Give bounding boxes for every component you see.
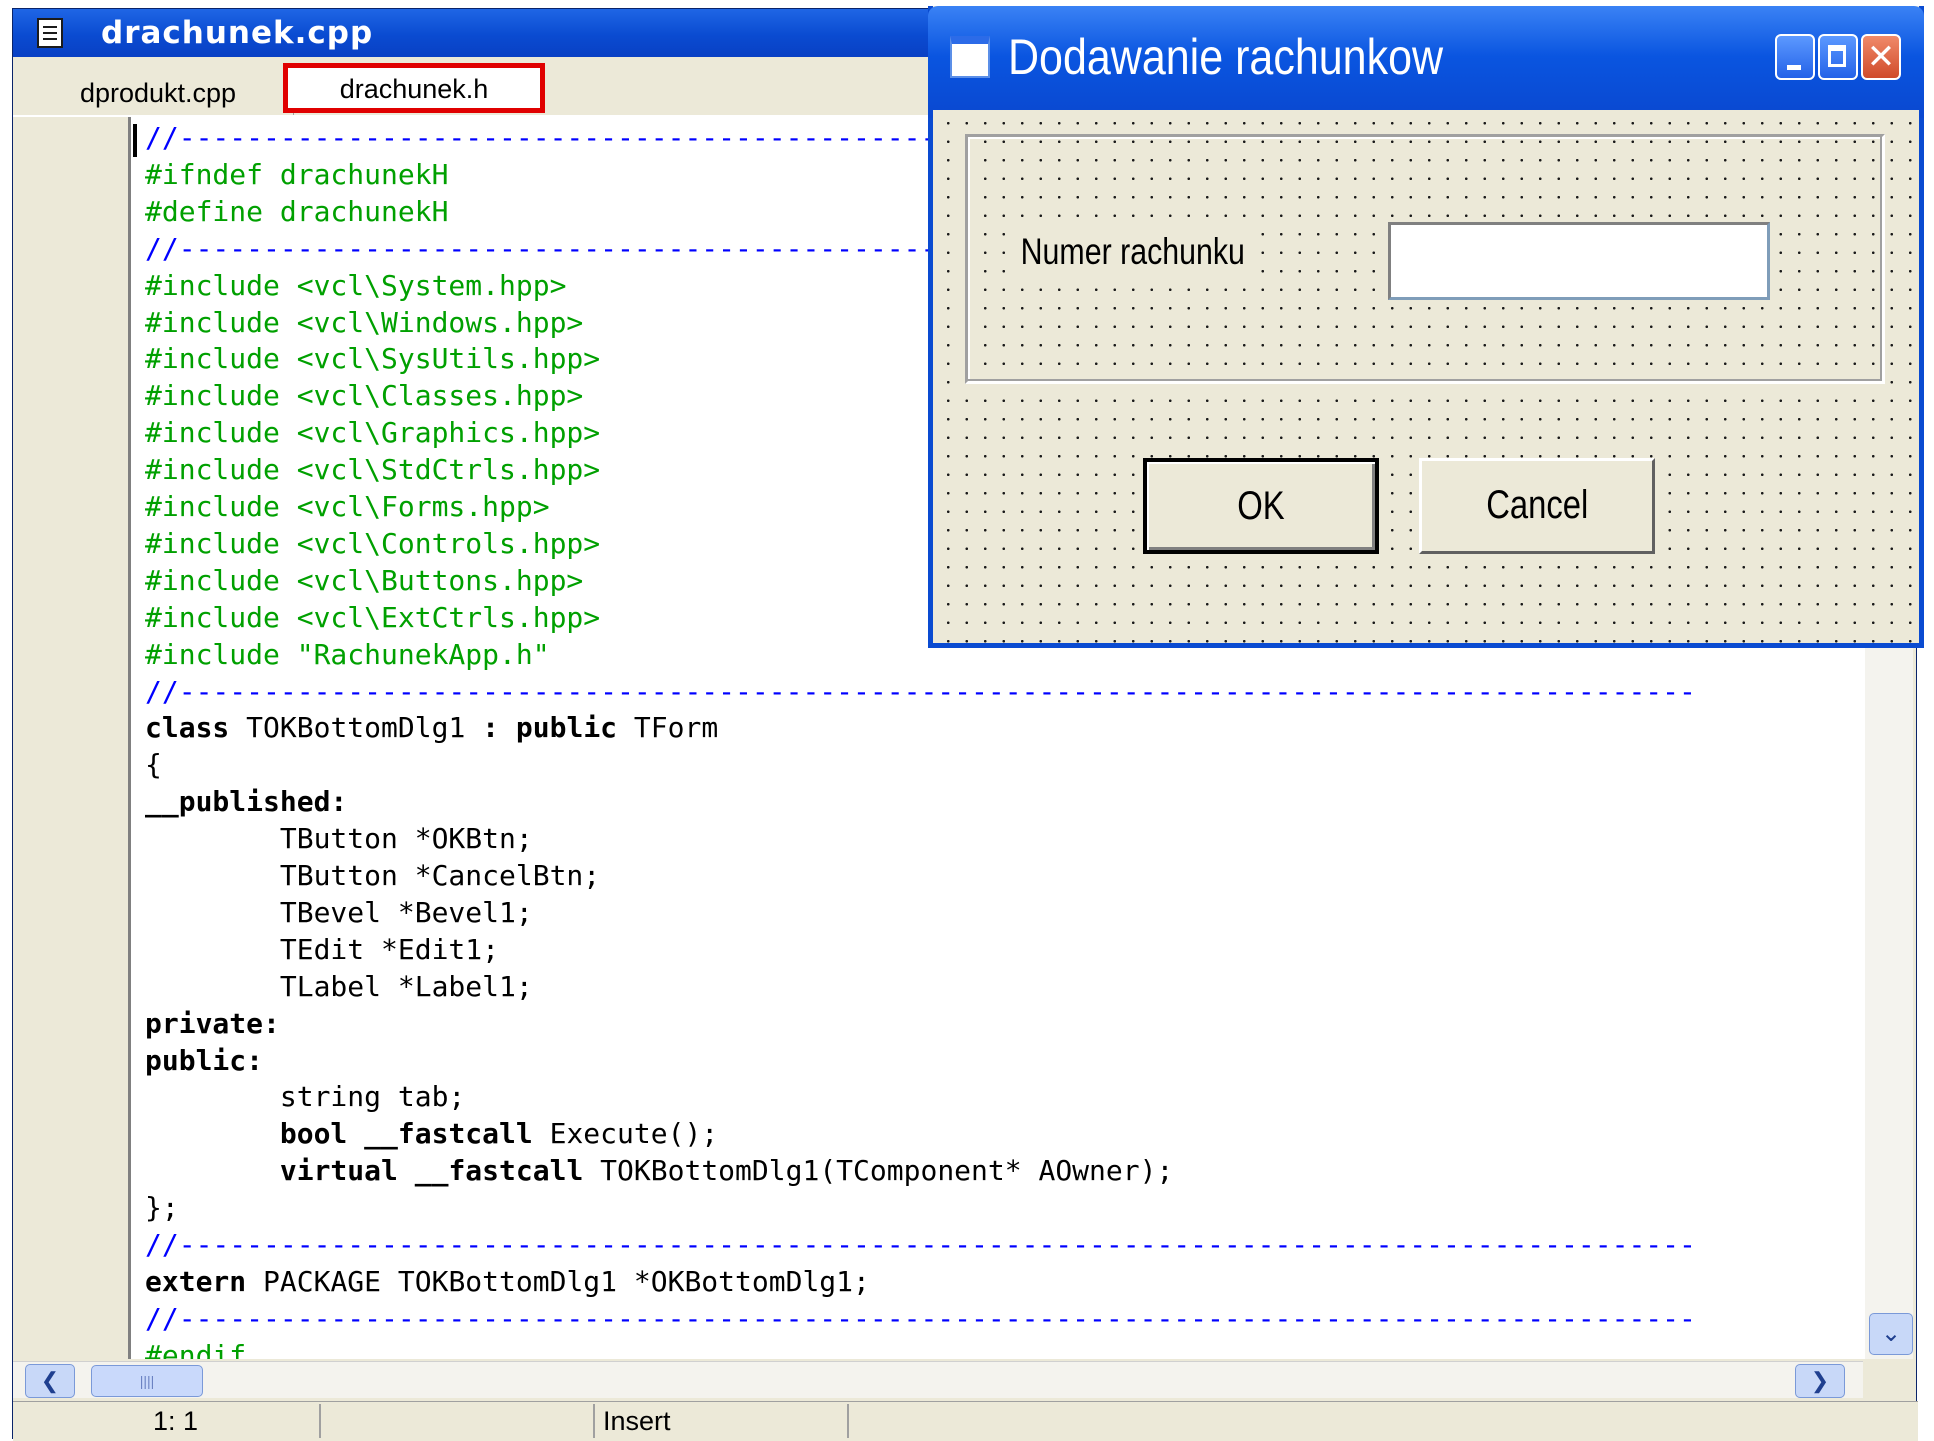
cursor-position: 1: 1 [13, 1404, 321, 1438]
code-line: TButton *CancelBtn; [145, 859, 601, 892]
code-line: TLabel *Label1; [145, 969, 533, 1003]
code-line: //--------------------------------------… [145, 1301, 1696, 1335]
code-line: #include "RachunekApp.h" [145, 637, 550, 671]
dialog-window: Dodawanie rachunkow ✕ Numer rachunku OK … [928, 6, 1924, 648]
code-line: public: [145, 1043, 264, 1077]
status-bar: 1: 1 Insert [13, 1401, 1918, 1441]
chevron-down-icon[interactable]: ⌄ [1869, 1313, 1913, 1355]
close-icon[interactable]: ✕ [1861, 34, 1901, 80]
chevron-left-icon[interactable]: ❮ [25, 1364, 75, 1398]
editor-title: drachunek.cpp [101, 15, 374, 51]
code-token: TOKBottomDlg1(TComponent* AOwner); [583, 1154, 1174, 1188]
code-line: private: [145, 1006, 280, 1040]
cancel-button[interactable]: Cancel [1419, 458, 1655, 554]
code-line: #ifndef drachunekH [145, 157, 449, 191]
code-line: }; [145, 1191, 179, 1225]
numer-rachunku-label: Numer rachunku [1019, 230, 1247, 274]
code-line: #include <vcl\Controls.hpp> [145, 526, 601, 560]
dialog-title-bar[interactable]: Dodawanie rachunkow ✕ [928, 6, 1924, 118]
code-token: Execute(); [532, 1117, 719, 1151]
code-token: : [482, 711, 500, 745]
document-icon [37, 18, 63, 48]
dialog-title: Dodawanie rachunkow [1008, 29, 1444, 85]
code-line: #include <vcl\Classes.hpp> [145, 379, 584, 413]
status-modified [325, 1404, 595, 1438]
insert-mode: Insert [599, 1404, 849, 1438]
code-line: #include <vcl\ExtCtrls.hpp> [145, 600, 601, 634]
code-line: #include <vcl\Buttons.hpp> [145, 563, 584, 597]
minimize-icon[interactable] [1775, 34, 1815, 80]
chevron-right-icon[interactable]: ❯ [1795, 1364, 1845, 1398]
code-token: __fastcall [414, 1154, 584, 1188]
maximize-icon[interactable] [1818, 34, 1858, 80]
text-cursor [133, 124, 137, 157]
numer-rachunku-input[interactable] [1388, 222, 1770, 300]
code-line: extern PACKAGE TOKBottomDlg1 *OKBottomDl… [145, 1264, 870, 1300]
code-token: public [515, 711, 618, 745]
code-line: TButton *OKBtn; [145, 822, 533, 856]
ok-button[interactable]: OK [1143, 458, 1379, 554]
code-token: bool [279, 1117, 348, 1151]
code-token: PACKAGE TOKBottomDlg1 *OKBottomDlg1; [246, 1264, 870, 1298]
code-line: //--------------------------------------… [145, 1228, 1696, 1261]
dialog-form-area: Numer rachunku OK Cancel [933, 110, 1919, 643]
code-line: TEdit *Edit1; [145, 932, 500, 966]
tab-drachunek-h[interactable]: drachunek.h [283, 63, 545, 113]
code-line: string tab; [145, 1080, 466, 1114]
code-line: #define drachunekH [145, 194, 449, 228]
code-token: TForm [617, 711, 719, 745]
code-line: #endif [145, 1338, 247, 1359]
code-line: #include <vcl\Forms.hpp> [145, 490, 550, 523]
code-line: TBevel *Bevel1; [145, 895, 533, 929]
code-line: #include <vcl\Graphics.hpp> [145, 416, 601, 450]
code-line: virtual __fastcall TOKBottomDlg1(TCompon… [145, 1153, 1173, 1189]
code-token: virtual [279, 1154, 398, 1188]
code-token: class [145, 711, 230, 745]
code-token: __fastcall [364, 1117, 533, 1151]
code-line: #include <vcl\StdCtrls.hpp> [145, 453, 601, 487]
cancel-button-label: Cancel [1485, 483, 1589, 527]
code-line: #include <vcl\Windows.hpp> [145, 305, 584, 339]
ok-button-label: OK [1237, 484, 1285, 528]
horizontal-scroll-thumb[interactable]: |||| [91, 1365, 203, 1397]
code-line: bool __fastcall Execute(); [145, 1116, 718, 1152]
code-line: class TOKBottomDlg1 : public TForm [145, 710, 718, 746]
horizontal-scrollbar[interactable]: ❮ |||| ❯ [13, 1361, 1863, 1398]
code-line: #include <vcl\SysUtils.hpp> [145, 342, 601, 376]
code-token: TOKBottomDlg1 [229, 711, 483, 745]
window-icon [950, 36, 990, 78]
code-line: __published: [145, 785, 348, 819]
tab-dprodukt-cpp[interactable]: dprodukt.cpp [23, 71, 294, 115]
code-line: { [145, 748, 162, 782]
code-line: #include <vcl\System.hpp> [145, 268, 567, 302]
code-token: extern [145, 1264, 247, 1298]
code-line: //--------------------------------------… [145, 674, 1696, 708]
editor-gutter [13, 117, 131, 1359]
